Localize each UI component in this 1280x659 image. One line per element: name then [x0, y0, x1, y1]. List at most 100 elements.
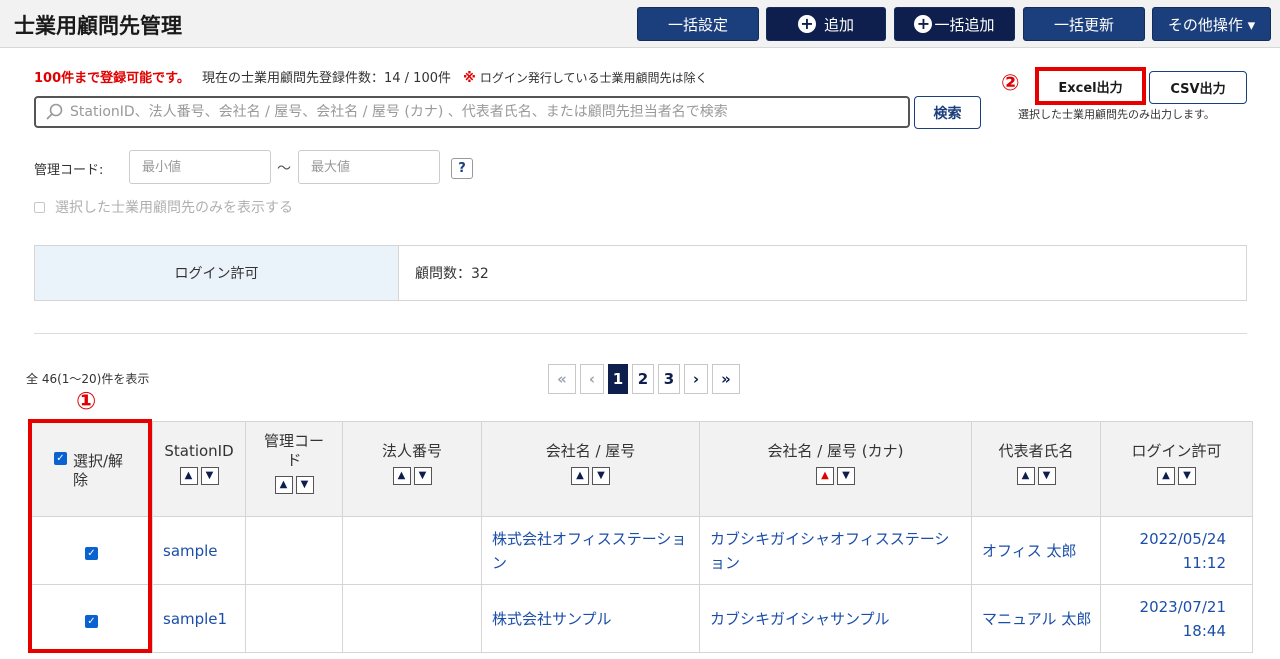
management-code-label: 管理コード:: [34, 163, 104, 178]
note-mark: ※: [463, 71, 476, 86]
code-max-input[interactable]: [298, 150, 440, 184]
corp-no-cell: [342, 584, 482, 653]
table-header-row: ✓ 選択/解除 StationID ▲ ▼ 管理コード ▲ ▼ 法人番号 ▲ ▼ 会社…: [30, 421, 1253, 517]
sort-desc-icon[interactable]: ▼: [837, 467, 855, 485]
login-datetime: 2022/05/24 11:12: [1100, 516, 1253, 585]
row-checkbox[interactable]: ✓: [85, 614, 98, 628]
result-count: 全 46(1〜20)件を表示: [26, 372, 150, 386]
first-page-button[interactable]: «: [548, 364, 576, 394]
header-login-label: ログイン許可: [1131, 442, 1222, 460]
pagination: « ‹ 1 2 3 › »: [548, 364, 740, 394]
sort-asc-icon[interactable]: ▲: [274, 476, 293, 494]
header-code: 管理コード ▲ ▼: [245, 421, 343, 517]
row-select-cell: ✓: [30, 584, 153, 653]
station-id-link[interactable]: sample1: [152, 584, 246, 653]
header-corp-no: 法人番号 ▲ ▼: [342, 421, 482, 517]
corp-no-cell: [342, 516, 482, 585]
prev-page-button[interactable]: ‹: [580, 364, 604, 394]
header-login: ログイン許可 ▲ ▼: [1100, 421, 1253, 517]
table-row: ✓ sample1 株式会社サンプル カブシキガイシャサンプル マニュアル 太郎…: [30, 584, 1253, 653]
representative-link[interactable]: オフィス 太郎: [971, 516, 1101, 585]
login-date: 2022/05/24: [1139, 529, 1226, 548]
company-link[interactable]: 株式会社サンプル: [481, 584, 700, 653]
plus-icon: +: [797, 15, 816, 33]
only-selected-label: 選択した士業用顧問先のみを表示する: [55, 200, 293, 216]
sort-desc-icon[interactable]: ▼: [1037, 467, 1056, 485]
login-time: 18:44: [1182, 621, 1226, 640]
note-text: ログイン発行している士業用顧問先は除く: [479, 71, 708, 85]
select-all-checkbox[interactable]: ✓: [54, 452, 67, 465]
page-3-button[interactable]: 3: [658, 364, 680, 394]
csv-export-button[interactable]: CSV出力: [1149, 71, 1247, 104]
company-kana-link[interactable]: カブシキガイシャサンプル: [699, 584, 972, 653]
sort-asc-icon[interactable]: ▲: [179, 467, 198, 485]
sort-asc-icon[interactable]: ▲: [392, 467, 411, 485]
sort-desc-icon[interactable]: ▼: [413, 467, 432, 485]
limit-warning: 100件まで登録可能です。: [34, 71, 190, 86]
sort-asc-icon[interactable]: ▲: [816, 467, 834, 485]
login-date: 2023/07/21: [1139, 597, 1226, 616]
header-company: 会社名 / 屋号 ▲ ▼: [481, 421, 700, 517]
bulk-add-button-label: 一括追加: [934, 15, 995, 34]
page-1-button[interactable]: 1: [608, 364, 628, 394]
next-page-button[interactable]: ›: [684, 364, 708, 394]
divider: [34, 333, 1247, 334]
registration-limit-info: 100件まで登録可能です。 現在の士業用顧問先登録件数：14 / 100件 ※ …: [34, 67, 708, 86]
current-count: 現在の士業用顧問先登録件数：14 / 100件: [201, 71, 451, 86]
excel-export-button[interactable]: Excel出力: [1035, 67, 1146, 105]
header-corp-no-label: 法人番号: [381, 442, 442, 460]
last-page-button[interactable]: »: [712, 364, 740, 394]
table-row: ✓ sample 株式会社オフィスステーション カブシキガイシャオフィスステーシ…: [30, 516, 1253, 585]
code-cell: [245, 516, 343, 585]
search-button[interactable]: 検索: [914, 96, 981, 129]
login-time: 11:12: [1182, 553, 1226, 572]
step-1-marker: ①: [76, 387, 97, 415]
sort-asc-icon[interactable]: ▲: [1016, 467, 1035, 485]
sort-desc-icon[interactable]: ▼: [1178, 467, 1196, 485]
header-representative-label: 代表者氏名: [998, 442, 1074, 460]
sort-asc-icon[interactable]: ▲: [1157, 467, 1175, 485]
bulk-update-button[interactable]: 一括更新: [1023, 7, 1145, 41]
sort-desc-icon[interactable]: ▼: [200, 467, 219, 485]
search-field[interactable]: [34, 96, 910, 128]
code-cell: [245, 584, 343, 653]
bulk-setting-button[interactable]: 一括設定: [637, 7, 759, 41]
header-select: ✓ 選択/解除: [30, 421, 153, 517]
sort-desc-icon[interactable]: ▼: [295, 476, 314, 494]
only-selected-checkbox[interactable]: 選択した士業用顧問先のみを表示する: [34, 197, 293, 217]
search-icon: [46, 103, 63, 120]
header-station-id-label: StationID: [164, 442, 234, 460]
company-link[interactable]: 株式会社オフィスステーション: [481, 516, 700, 585]
checkbox-icon: [34, 201, 45, 213]
export-note: 選択した士業用顧問先のみ出力します。: [1018, 108, 1215, 121]
representative-link[interactable]: マニュアル 太郎: [971, 584, 1101, 653]
sort-asc-icon[interactable]: ▲: [571, 467, 589, 485]
company-kana-link[interactable]: カブシキガイシャオフィスステーション: [699, 516, 972, 585]
help-icon[interactable]: ?: [451, 158, 473, 179]
header-code-label: 管理コード: [263, 432, 324, 469]
summary-box: ログイン許可 顧問数：32: [34, 245, 1247, 301]
summary-client-count: 顧問数：32: [415, 266, 489, 282]
header-company-kana: 会社名 / 屋号 (カナ) ▲ ▼: [699, 421, 972, 517]
header-company-kana-label: 会社名 / 屋号 (カナ): [767, 442, 904, 460]
header-select-label: 選択/解除: [73, 452, 124, 489]
range-separator: 〜: [277, 161, 291, 177]
station-id-link[interactable]: sample: [152, 516, 246, 585]
bulk-add-button[interactable]: + 一括追加: [894, 7, 1015, 41]
search-input[interactable]: [70, 104, 908, 120]
page-title: 士業用顧問先管理: [14, 14, 182, 38]
row-checkbox[interactable]: ✓: [85, 546, 98, 560]
header-company-label: 会社名 / 屋号: [545, 442, 636, 460]
page-header: 士業用顧問先管理 一括設定 + 追加 + 一括追加 一括更新 その他操作 ▾: [0, 0, 1280, 48]
sort-desc-icon[interactable]: ▼: [592, 467, 610, 485]
header-station-id: StationID ▲ ▼: [152, 421, 246, 517]
header-representative: 代表者氏名 ▲ ▼: [971, 421, 1101, 517]
row-select-cell: ✓: [30, 516, 153, 585]
add-button[interactable]: + 追加: [766, 7, 886, 41]
plus-icon: +: [914, 15, 933, 33]
other-operations-dropdown[interactable]: その他操作 ▾: [1152, 7, 1271, 41]
step-2-marker: ②: [1001, 71, 1020, 96]
code-min-input[interactable]: [129, 150, 271, 184]
summary-login-permission: ログイン許可: [35, 246, 399, 300]
page-2-button[interactable]: 2: [632, 364, 654, 394]
